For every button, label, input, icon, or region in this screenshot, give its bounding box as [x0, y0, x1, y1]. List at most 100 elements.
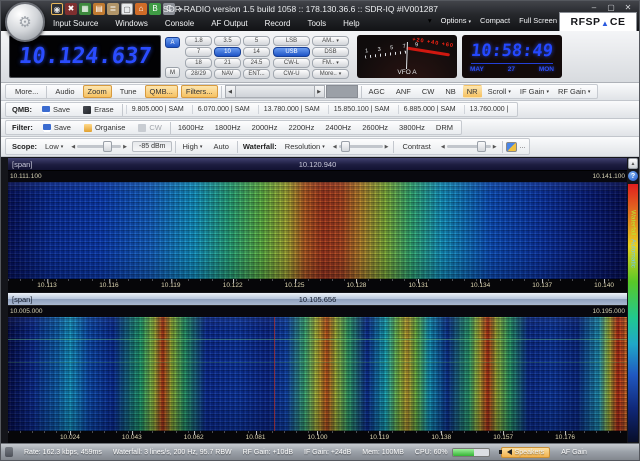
status-af-gain[interactable]: AF Gain [561, 449, 587, 456]
filters-toggle-button[interactable]: Filters... [181, 85, 218, 98]
band-ent-button[interactable]: ENT... [243, 69, 270, 79]
filter-1600hz-button[interactable]: 1600Hz [174, 121, 208, 134]
filter-2600hz-button[interactable]: 2600Hz [358, 121, 392, 134]
waterfall-resolution-slider[interactable]: ◀ ▶ [331, 141, 391, 153]
menu-help[interactable]: Help [343, 19, 359, 28]
compact-button[interactable]: Compact [480, 16, 510, 25]
band-10-button[interactable]: 10 [214, 47, 241, 57]
band-1.8-button[interactable]: 1.8 [185, 36, 212, 46]
favourites-icon[interactable]: ≣ [107, 3, 119, 15]
mode-cw-u-button[interactable]: CW-U [273, 69, 310, 79]
slider-right-icon[interactable]: ▶ [121, 144, 129, 150]
filter-2400hz-button[interactable]: 2400Hz [321, 121, 355, 134]
menu-record[interactable]: Record [265, 19, 291, 28]
band-5-button[interactable]: 5 [243, 36, 270, 46]
collapse-panel-button[interactable]: ▲ [628, 158, 638, 169]
band-nav-button[interactable]: NAV [214, 69, 241, 79]
help-button[interactable]: ? [628, 171, 638, 181]
filter-1800hz-button[interactable]: 1800Hz [211, 121, 245, 134]
full-screen-button[interactable]: Full Screen [519, 16, 557, 25]
slider-right-icon[interactable]: ▶ [383, 144, 391, 150]
slider-left-icon[interactable]: ◀ [69, 144, 77, 150]
nr-toggle[interactable]: NR [463, 85, 482, 98]
input-source-icon[interactable]: ◉ [51, 3, 63, 15]
display-icon[interactable]: ▦ [79, 3, 91, 15]
more-button[interactable]: More... [10, 85, 43, 98]
ribbon-chevron-icon[interactable]: ▾ [428, 16, 432, 25]
scroll-left-icon[interactable]: ◀ [225, 85, 236, 98]
mode-dsb-button[interactable]: DSB [312, 47, 349, 57]
vfo-a-button[interactable]: A [165, 37, 180, 48]
filter-3800hz-button[interactable]: 3800Hz [395, 121, 429, 134]
slider-thumb[interactable] [477, 141, 486, 152]
band-14-button[interactable]: 14 [243, 47, 270, 57]
audio-button[interactable]: Audio [50, 85, 79, 98]
scroll-menu-button[interactable]: Scroll▾ [485, 86, 514, 97]
mode-lsb-button[interactable]: LSB [273, 36, 310, 46]
scope-low-menu[interactable]: Low▾ [42, 141, 66, 152]
qmb-memory-4[interactable]: 15.850.100 | SAM [328, 105, 395, 114]
band-7-button[interactable]: 7 [185, 47, 212, 57]
vfo-m-button[interactable]: M [165, 67, 180, 78]
filter-2200hz-button[interactable]: 2200Hz [284, 121, 318, 134]
menu-windows[interactable]: Windows [115, 19, 147, 28]
filter-cw-button[interactable]: CW [133, 121, 167, 134]
scrollbar-page-area[interactable] [326, 85, 358, 98]
home-icon[interactable]: ⌂ [135, 3, 147, 15]
slider-thumb[interactable] [103, 141, 112, 152]
zoom-button[interactable]: Zoom [83, 85, 112, 98]
qmb-memory-2[interactable]: 6.070.000 | SAM [192, 105, 255, 114]
waterfall-contrast-slider[interactable]: ◀ ▶ [439, 141, 499, 153]
agc-toggle[interactable]: AGC [365, 85, 389, 98]
tools-icon[interactable]: ✖ [65, 3, 77, 15]
scroll-right-icon[interactable]: ▶ [314, 85, 325, 98]
app-menu-orb[interactable]: ⚙ [5, 2, 45, 42]
band-3.5-button[interactable]: 3.5 [214, 36, 241, 46]
qmb-erase-button[interactable]: Erase [78, 103, 119, 116]
waterfall-scheme-icon[interactable] [506, 142, 517, 152]
filter-drm-button[interactable]: DRM [432, 121, 457, 134]
nb-toggle[interactable]: NB [441, 85, 459, 98]
anf-toggle[interactable]: ANF [392, 85, 415, 98]
slider-left-icon[interactable]: ◀ [439, 144, 447, 150]
tuning-scrollbar[interactable]: ◀ ▶ [225, 85, 358, 98]
qmb-toggle-button[interactable]: QMB... [145, 85, 178, 98]
mode-am-button[interactable]: AM..▾ [312, 36, 349, 46]
waterfall-1-header[interactable]: [span] 10.120.940 [8, 158, 627, 171]
band-24.5-button[interactable]: 24.5 [243, 58, 270, 68]
tune-button[interactable]: Tune [115, 85, 142, 98]
qmb-memory-3[interactable]: 13.780.000 | SAM [258, 105, 325, 114]
speakers-button[interactable]: Speakers [501, 447, 551, 458]
waterfall-resolution-menu[interactable]: Resolution▾ [282, 141, 328, 152]
waterfall-2-header[interactable]: [span] 10.105.656 [8, 293, 627, 306]
band-21-button[interactable]: 21 [214, 58, 241, 68]
options-menu[interactable]: Options▾ [441, 16, 471, 25]
frequency-display[interactable]: 10.124.637 [9, 35, 161, 78]
scope-high-menu[interactable]: High▾ [179, 141, 205, 152]
calendar-icon[interactable]: ▤ [93, 3, 105, 15]
qmb-memory-1[interactable]: 9.805.000 | SAM [126, 105, 189, 114]
cw-toggle[interactable]: CW [418, 85, 439, 98]
if-gain-menu-button[interactable]: IF Gain▾ [517, 86, 552, 97]
waterfall-color-legend[interactable]: Waterfall: Automatic [628, 184, 638, 442]
mode-more-button[interactable]: More..▾ [312, 69, 349, 79]
rf-gain-menu-button[interactable]: RF Gain▾ [555, 86, 593, 97]
filter-save-button[interactable]: Save [38, 121, 76, 134]
mode-fm-button[interactable]: FM..▾ [312, 58, 349, 68]
waterfall-1-display[interactable] [8, 182, 627, 279]
mode-cw-l-button[interactable]: CW-L [273, 58, 310, 68]
file-icon[interactable]: ▢ [121, 3, 133, 15]
band-18-button[interactable]: 18 [185, 58, 212, 68]
waterfall-2-display[interactable] [8, 317, 627, 431]
filter-2000hz-button[interactable]: 2000Hz [248, 121, 282, 134]
menu-console[interactable]: Console [165, 19, 194, 28]
slider-left-icon[interactable]: ◀ [331, 144, 339, 150]
qmb-memory-5[interactable]: 6.885.000 | SAM [398, 105, 461, 114]
slider-right-icon[interactable]: ▶ [491, 144, 499, 150]
menu-af-output[interactable]: AF Output [211, 19, 247, 28]
scope-low-slider[interactable]: ◀ ▶ [69, 141, 129, 153]
filter-organise-button[interactable]: Organise [79, 121, 130, 134]
qmb-memory-6[interactable]: 13.760.000 | [464, 105, 514, 114]
band-28-29-button[interactable]: 28/29 [185, 69, 212, 79]
slider-thumb[interactable] [341, 141, 350, 152]
